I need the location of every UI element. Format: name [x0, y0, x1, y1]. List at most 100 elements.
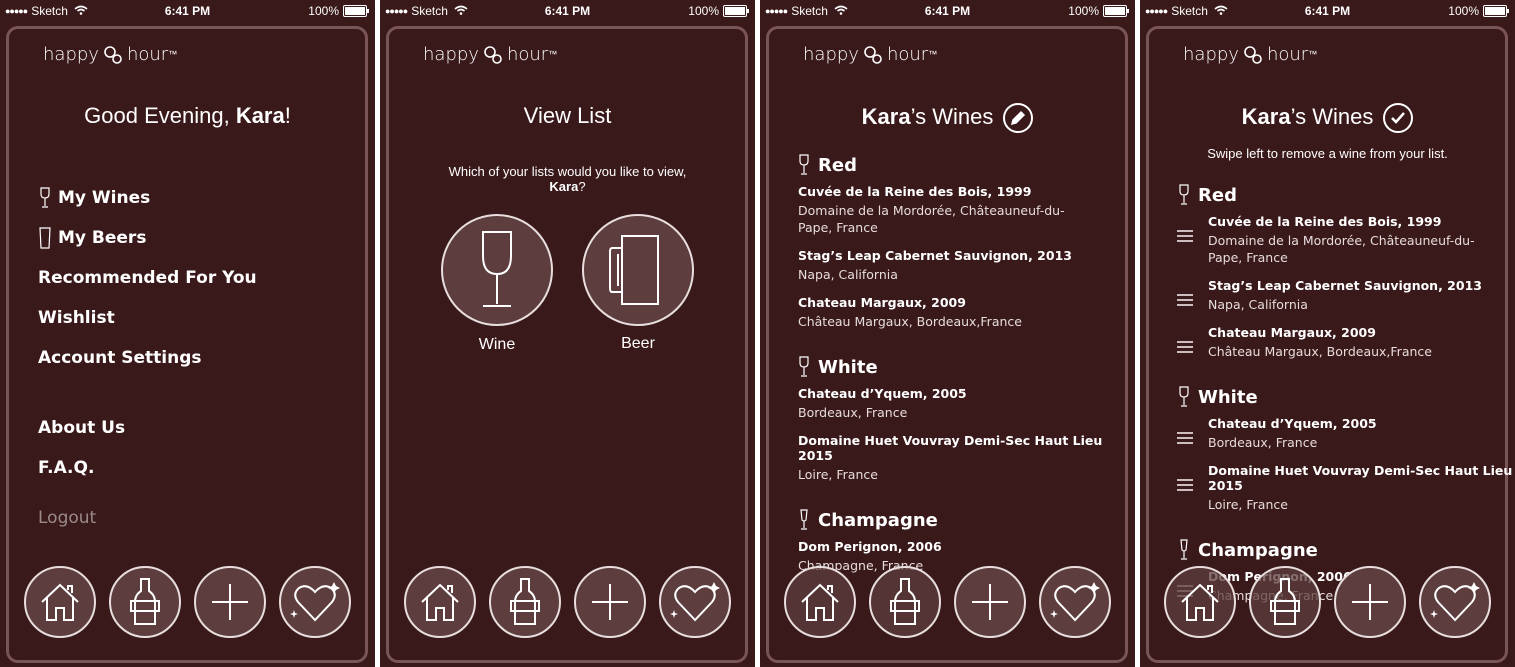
section-red: Red	[798, 154, 1135, 176]
bubbles-icon	[104, 45, 122, 64]
drag-handle-icon[interactable]	[1177, 294, 1193, 309]
screen-wine-list-edit: ●●●●● Sketch 6:41 PM 100% happy hour ™ Kar…	[1140, 0, 1515, 667]
section-title: White	[1198, 386, 1258, 408]
bottom-nav	[1158, 566, 1498, 642]
logo-word-hour: hour	[1266, 44, 1309, 65]
logo-word-hour: hour	[506, 44, 549, 65]
home-icon	[41, 583, 79, 621]
wine-list: Red Cuvée de la Reine des Bois, 1999 Doma…	[1177, 184, 1515, 616]
section-red: Red	[1178, 184, 1515, 206]
wine-glass-icon	[799, 154, 809, 175]
menu-divider	[38, 378, 257, 408]
list-item[interactable]: Domaine Huet Vouvray Demi-Sec Haut Lieu …	[1177, 463, 1515, 513]
edit-button[interactable]	[1003, 103, 1034, 133]
menu-item-recommended[interactable]: Recommended For You	[38, 258, 257, 298]
add-button[interactable]	[1334, 566, 1406, 638]
flute-glass-icon	[1180, 539, 1188, 560]
status-bar: ●●●●● Sketch 6:41 PM 100%	[1140, 0, 1515, 22]
drag-handle-icon[interactable]	[1177, 479, 1193, 494]
list-item[interactable]: Chateau d’Yquem, 2005 Bordeaux, France	[1177, 416, 1515, 451]
done-button[interactable]	[1383, 103, 1414, 133]
bottle-button[interactable]	[869, 566, 941, 638]
beer-list-button[interactable]	[582, 214, 694, 326]
bottle-button[interactable]	[1249, 566, 1321, 638]
status-bar: ●●●●● Sketch 6:41 PM 100%	[0, 0, 375, 22]
add-button[interactable]	[574, 566, 646, 638]
wine-name: Chateau Margaux, 2009	[1208, 325, 1376, 340]
battery-icon	[343, 5, 369, 17]
list-item[interactable]: Chateau Margaux, 2009 Château Margaux, Bo…	[798, 295, 1135, 330]
drag-handle-icon[interactable]	[1177, 230, 1193, 245]
favorites-button[interactable]	[1039, 566, 1111, 638]
menu-label: F.A.Q.	[38, 458, 95, 478]
bottle-button[interactable]	[109, 566, 181, 638]
list-prompt: Which of your lists would you like to vi…	[420, 164, 715, 194]
list-item[interactable]: Stag’s Leap Cabernet Sauvignon, 2013 Napa…	[798, 248, 1135, 283]
list-item[interactable]: Chateau Margaux, 2009 Château Margaux, Bo…	[1177, 325, 1515, 360]
favorites-button[interactable]	[1419, 566, 1491, 638]
battery-percent: 100%	[308, 4, 339, 18]
logo-word-happy: happy	[43, 44, 99, 65]
swipe-hint: Swipe left to remove a wine from your li…	[1207, 146, 1448, 161]
bottom-nav	[18, 566, 358, 642]
menu-item-faq[interactable]: F.A.Q.	[38, 448, 257, 488]
greeting-name: Kara	[235, 103, 285, 128]
wine-list-button[interactable]	[441, 214, 553, 326]
wine-list: Red Cuvée de la Reine des Bois, 1999 Doma…	[798, 154, 1135, 586]
bubbles-icon	[484, 45, 502, 64]
wine-name: Stag’s Leap Cabernet Sauvignon, 2013	[1208, 278, 1482, 293]
logout-link[interactable]: Logout	[38, 498, 257, 538]
wine-region: Napa, California	[1208, 297, 1308, 312]
drag-handle-icon[interactable]	[1177, 432, 1193, 447]
home-button[interactable]	[24, 566, 96, 638]
list-item[interactable]: Chateau d’Yquem, 2005 Bordeaux, France	[798, 386, 1135, 421]
menu-label: My Beers	[58, 228, 147, 248]
section-white: White	[798, 356, 1135, 378]
list-item[interactable]: Cuvée de la Reine des Bois, 1999 Domaine …	[1177, 214, 1515, 266]
heart-sparkle-icon	[670, 582, 720, 622]
favorites-button[interactable]	[279, 566, 351, 638]
plus-icon	[212, 584, 248, 620]
wine-glass-icon	[40, 187, 50, 208]
heart-sparkle-icon	[1050, 582, 1100, 622]
menu-item-about-us[interactable]: About Us	[38, 408, 257, 448]
list-item[interactable]: Cuvée de la Reine des Bois, 1999 Domaine …	[798, 184, 1135, 236]
logo-word-happy: happy	[423, 44, 479, 65]
app-logo: happy hour ™	[43, 44, 177, 65]
menu-label: Wishlist	[38, 308, 115, 328]
home-icon	[801, 583, 839, 621]
title-suffix: ’s Wines	[1290, 103, 1374, 129]
bottle-button[interactable]	[489, 566, 561, 638]
list-item[interactable]: Domaine Huet Vouvray Demi-Sec Haut Lieu …	[798, 433, 1135, 483]
menu-item-my-wines[interactable]: My Wines	[38, 178, 257, 218]
list-item[interactable]: Stag’s Leap Cabernet Sauvignon, 2013 Napa…	[1177, 278, 1515, 313]
menu-label: Account Settings	[38, 348, 202, 368]
drag-handle-icon[interactable]	[1177, 341, 1193, 356]
app-logo: happy hour ™	[1183, 44, 1317, 65]
add-button[interactable]	[194, 566, 266, 638]
wine-name: Chateau d’Yquem, 2005	[798, 386, 967, 401]
title-name: Kara	[1241, 103, 1291, 129]
add-button[interactable]	[954, 566, 1026, 638]
wine-glass-icon	[799, 356, 809, 377]
section-title: Champagne	[1198, 539, 1318, 561]
status-bar: ●●●●● Sketch 6:41 PM 100%	[380, 0, 755, 22]
prompt-suffix: ?	[578, 179, 586, 194]
section-title: Red	[1198, 184, 1237, 206]
bottom-nav	[778, 566, 1118, 642]
menu-item-account-settings[interactable]: Account Settings	[38, 338, 257, 378]
status-bar: ●●●●● Sketch 6:41 PM 100%	[760, 0, 1135, 22]
menu-item-wishlist[interactable]: Wishlist	[38, 298, 257, 338]
screen-view-list: ●●●●● Sketch 6:41 PM 100% happy hour ™ Vie…	[380, 0, 755, 667]
beer-glass-icon	[39, 227, 51, 249]
wine-glass-icon	[482, 231, 512, 307]
wine-name: Chateau d’Yquem, 2005	[1208, 416, 1377, 431]
home-button[interactable]	[404, 566, 476, 638]
app-logo: happy hour ™	[423, 44, 557, 65]
beer-mug-icon	[609, 235, 659, 305]
home-button[interactable]	[784, 566, 856, 638]
menu-item-my-beers[interactable]: My Beers	[38, 218, 257, 258]
favorites-button[interactable]	[659, 566, 731, 638]
battery-percent: 100%	[688, 4, 719, 18]
home-button[interactable]	[1164, 566, 1236, 638]
